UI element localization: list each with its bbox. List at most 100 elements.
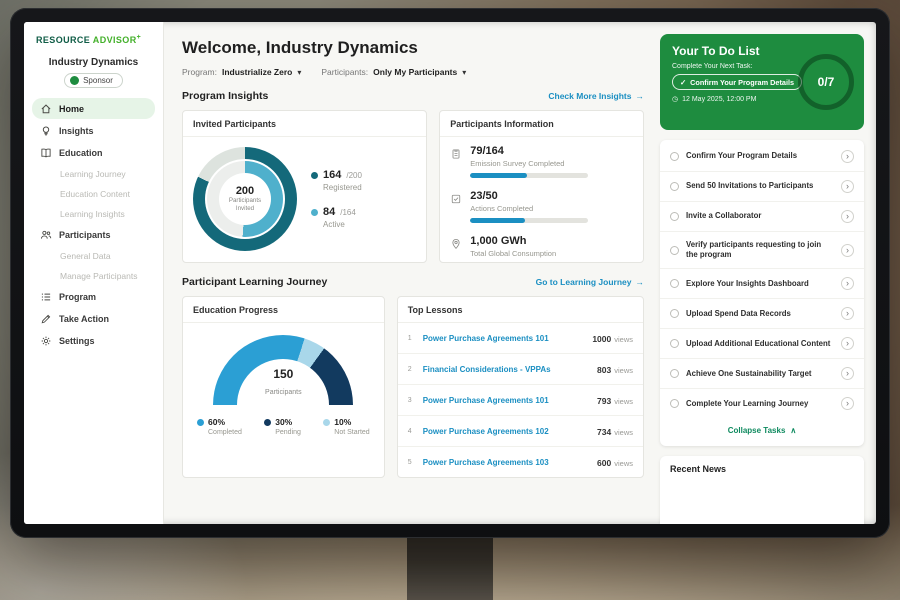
survey-icon bbox=[450, 147, 462, 165]
lesson-row: 3 Power Purchase Agreements 101 793views bbox=[398, 385, 643, 416]
task-checkbox[interactable] bbox=[670, 369, 679, 378]
donut-center: 200 Participants Invited bbox=[219, 173, 271, 225]
views-count: 734 bbox=[597, 427, 611, 437]
filter-bar: Program: Industrialize Zero ▾ Participan… bbox=[182, 67, 644, 77]
program-filter-dropdown[interactable]: Program: Industrialize Zero ▾ bbox=[182, 67, 301, 77]
task-label: Confirm Your Program Details bbox=[686, 151, 834, 161]
views-label: views bbox=[614, 459, 633, 468]
gauge-center-value: 150 bbox=[213, 367, 353, 381]
task-checkbox[interactable] bbox=[670, 212, 679, 221]
active-stat: 84 /164 Active bbox=[311, 206, 362, 229]
task-open-button[interactable]: › bbox=[841, 367, 854, 380]
task-row-upload-spend-data[interactable]: Upload Spend Data Records › bbox=[660, 299, 864, 329]
stat-value: 23/50 bbox=[470, 190, 588, 202]
gear-icon bbox=[40, 335, 52, 347]
sidebar-item-label: Learning Journey bbox=[60, 169, 126, 179]
participants-filter-label: Participants: bbox=[321, 67, 368, 77]
next-task-chip[interactable]: ✓ Confirm Your Program Details bbox=[672, 74, 802, 90]
recent-news-header[interactable]: Recent News bbox=[660, 456, 864, 524]
sidebar-item-general-data[interactable]: General Data bbox=[32, 246, 155, 265]
sidebar-item-learning-journey[interactable]: Learning Journey bbox=[32, 164, 155, 183]
due-text: 12 May 2025, 12:00 PM bbox=[682, 96, 756, 103]
dashboard-screen: RESOURCE ADVISOR+ Industry Dynamics Spon… bbox=[24, 22, 876, 524]
lesson-link[interactable]: Financial Considerations - VPPAs bbox=[423, 365, 590, 374]
registered-label: Registered bbox=[323, 183, 362, 192]
consumption-stat: 1,000 GWh Total Global Consumption bbox=[440, 227, 643, 262]
sidebar-item-take-action[interactable]: Take Action bbox=[32, 308, 155, 329]
book-icon bbox=[40, 147, 52, 159]
not-started-dot bbox=[323, 419, 330, 426]
chevron-right-icon: › bbox=[846, 212, 849, 221]
task-checkbox[interactable] bbox=[670, 279, 679, 288]
sidebar-item-insights[interactable]: Insights bbox=[32, 120, 155, 141]
progress-fill bbox=[470, 218, 524, 223]
gauge-center: 150 Participants bbox=[213, 367, 353, 399]
collapse-tasks-button[interactable]: Collapse Tasks ∧ bbox=[660, 418, 864, 444]
sidebar-item-education-content[interactable]: Education Content bbox=[32, 184, 155, 203]
task-row-achieve-target[interactable]: Achieve One Sustainability Target › bbox=[660, 359, 864, 389]
donut-center-value: 200 bbox=[236, 185, 254, 197]
task-row-confirm-program[interactable]: Confirm Your Program Details › bbox=[660, 142, 864, 172]
chevron-right-icon: › bbox=[846, 246, 849, 255]
task-checkbox[interactable] bbox=[670, 339, 679, 348]
task-open-button[interactable]: › bbox=[841, 244, 854, 257]
task-open-button[interactable]: › bbox=[841, 277, 854, 290]
task-open-button[interactable]: › bbox=[841, 337, 854, 350]
todo-panel: Your To Do List Complete Your Next Task:… bbox=[658, 22, 876, 524]
check-more-insights-link[interactable]: Check More Insights → bbox=[548, 91, 644, 101]
program-insights-cards: Invited Participants 200 Participants In… bbox=[182, 110, 644, 263]
stat-label: Total Global Consumption bbox=[470, 249, 556, 258]
task-list-card: Confirm Your Program Details › Send 50 I… bbox=[660, 140, 864, 446]
sidebar: RESOURCE ADVISOR+ Industry Dynamics Spon… bbox=[24, 22, 164, 524]
task-open-button[interactable]: › bbox=[841, 180, 854, 193]
task-checkbox[interactable] bbox=[670, 399, 679, 408]
participants-filter-dropdown[interactable]: Participants: Only My Participants ▾ bbox=[321, 67, 466, 77]
lesson-link[interactable]: Power Purchase Agreements 101 bbox=[423, 396, 590, 405]
task-open-button[interactable]: › bbox=[841, 150, 854, 163]
collapse-label: Collapse Tasks bbox=[728, 426, 786, 435]
invited-participants-donut-chart: 200 Participants Invited bbox=[193, 147, 297, 251]
card-title: Invited Participants bbox=[183, 111, 426, 137]
sidebar-item-manage-participants[interactable]: Manage Participants bbox=[32, 266, 155, 285]
task-row-send-invitations[interactable]: Send 50 Invitations to Participants › bbox=[660, 172, 864, 202]
chevron-right-icon: › bbox=[846, 339, 849, 348]
education-legend: 60% Completed 30% Pending bbox=[183, 405, 384, 446]
lesson-views: 1000views bbox=[592, 329, 633, 347]
sidebar-item-program[interactable]: Program bbox=[32, 286, 155, 307]
lesson-link[interactable]: Power Purchase Agreements 103 bbox=[423, 458, 590, 467]
list-icon bbox=[40, 291, 52, 303]
task-row-invite-collaborator[interactable]: Invite a Collaborator › bbox=[660, 202, 864, 232]
task-open-button[interactable]: › bbox=[841, 397, 854, 410]
task-checkbox[interactable] bbox=[670, 246, 679, 255]
sidebar-item-home[interactable]: Home bbox=[32, 98, 155, 119]
task-checkbox[interactable] bbox=[670, 309, 679, 318]
pencil-icon bbox=[40, 313, 52, 325]
lesson-views: 803views bbox=[597, 360, 633, 378]
education-progress-card: Education Progress 150 Participants bbox=[182, 296, 385, 478]
task-row-upload-educational-content[interactable]: Upload Additional Educational Content › bbox=[660, 329, 864, 359]
lesson-link[interactable]: Power Purchase Agreements 102 bbox=[423, 427, 590, 436]
sidebar-item-learning-insights[interactable]: Learning Insights bbox=[32, 204, 155, 223]
sidebar-item-settings[interactable]: Settings bbox=[32, 330, 155, 351]
go-to-learning-journey-link[interactable]: Go to Learning Journey → bbox=[536, 277, 644, 287]
sponsor-badge: Sponsor bbox=[64, 73, 123, 88]
sidebar-item-participants[interactable]: Participants bbox=[32, 224, 155, 245]
task-row-explore-insights[interactable]: Explore Your Insights Dashboard › bbox=[660, 269, 864, 299]
donut-center-label: Invited bbox=[236, 205, 254, 213]
lesson-link[interactable]: Power Purchase Agreements 101 bbox=[423, 334, 586, 343]
emission-survey-progress-bar bbox=[470, 173, 588, 178]
chevron-right-icon: › bbox=[846, 152, 849, 161]
sidebar-item-education[interactable]: Education bbox=[32, 142, 155, 163]
task-row-verify-participants[interactable]: Verify participants requesting to join t… bbox=[660, 232, 864, 269]
task-open-button[interactable]: › bbox=[841, 210, 854, 223]
task-open-button[interactable]: › bbox=[841, 307, 854, 320]
page-title: Welcome, Industry Dynamics bbox=[182, 38, 644, 58]
task-checkbox[interactable] bbox=[670, 182, 679, 191]
check-icon: ✓ bbox=[680, 78, 686, 87]
task-checkbox[interactable] bbox=[670, 152, 679, 161]
task-row-complete-learning-journey[interactable]: Complete Your Learning Journey › bbox=[660, 389, 864, 418]
next-task-label: Confirm Your Program Details bbox=[690, 78, 794, 87]
actions-progress-bar bbox=[470, 218, 588, 223]
participants-filter-value: Only My Participants bbox=[373, 67, 457, 77]
card-title: Participants Information bbox=[440, 111, 643, 137]
